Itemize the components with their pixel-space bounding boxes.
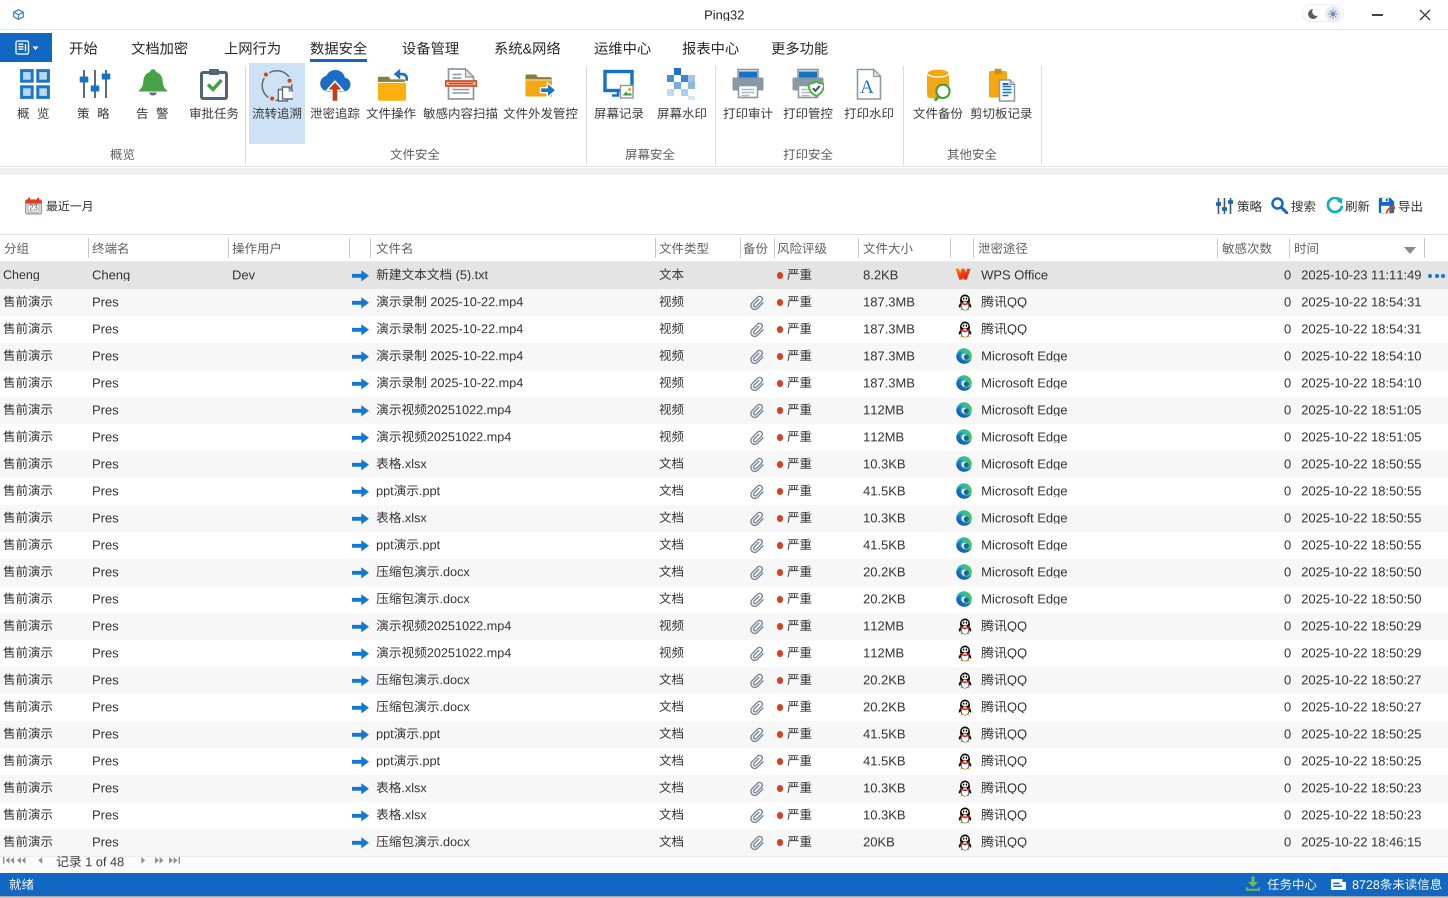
svg-text:23: 23	[29, 204, 38, 213]
svg-text:A: A	[860, 77, 874, 98]
